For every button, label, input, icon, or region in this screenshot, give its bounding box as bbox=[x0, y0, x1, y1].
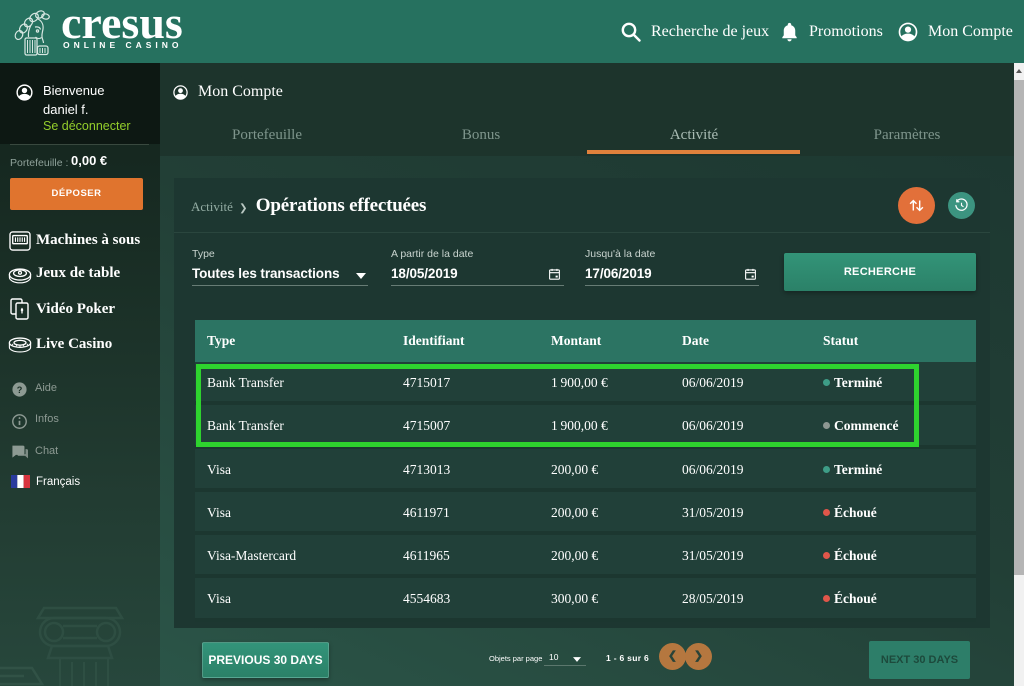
svg-text:?: ? bbox=[17, 385, 23, 395]
